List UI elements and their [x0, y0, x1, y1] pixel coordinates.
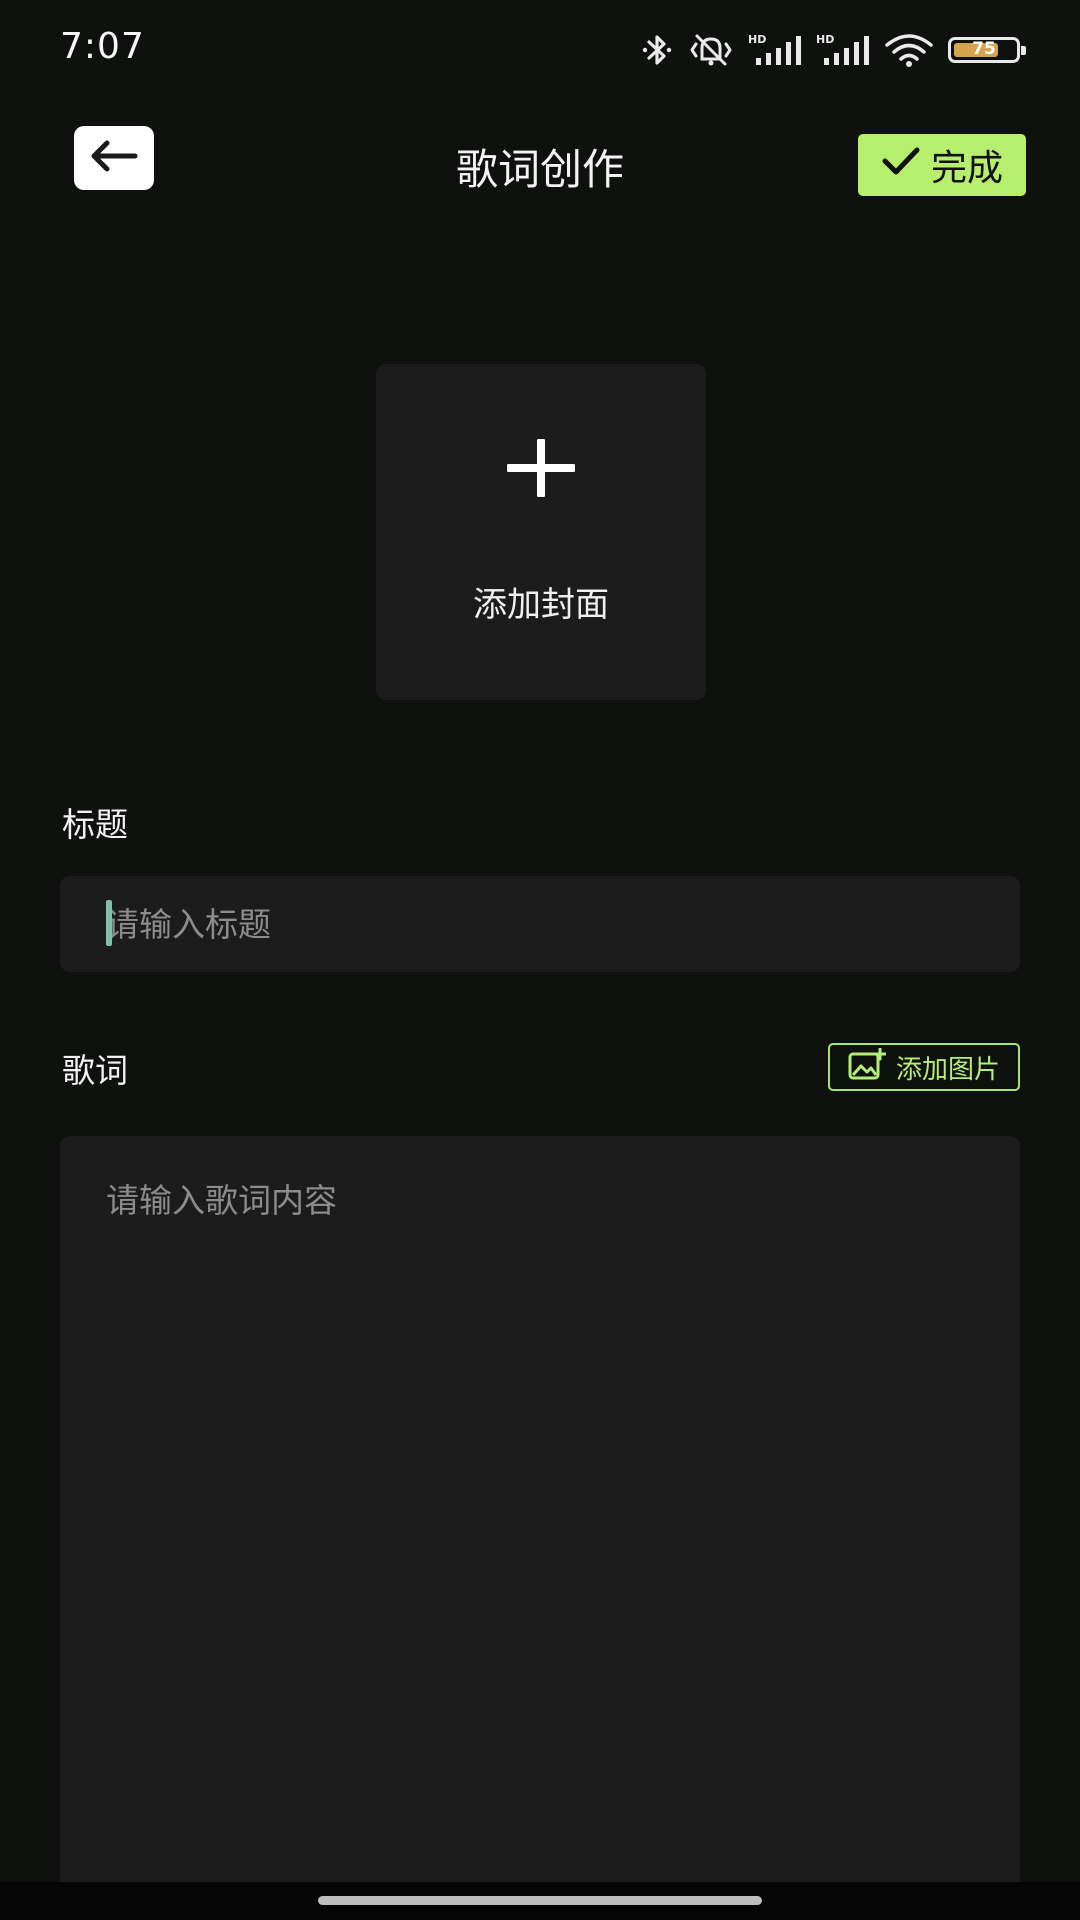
status-bar: 7:07 HD HD 75 [0, 0, 1080, 100]
title-section-label: 标题 [62, 805, 128, 844]
done-button-label: 完成 [930, 148, 1003, 189]
add-image-label: 添加图片 [895, 1054, 1000, 1085]
image-add-icon [848, 1047, 887, 1087]
title-input-container [60, 876, 1020, 972]
lyrics-input[interactable] [60, 1136, 1020, 1896]
lyrics-input-container [60, 1136, 1020, 1896]
status-time: 7:07 [60, 26, 145, 67]
wifi-icon [884, 32, 934, 68]
bluetooth-icon [640, 32, 674, 68]
add-image-button[interactable]: 添加图片 [828, 1043, 1020, 1091]
lyrics-section-label: 歌词 [62, 1051, 128, 1090]
battery-level: 75 [972, 39, 996, 59]
home-indicator[interactable] [318, 1896, 762, 1905]
svg-text:HD: HD [748, 33, 766, 46]
title-input[interactable] [60, 876, 1020, 972]
check-icon [881, 145, 921, 186]
lyrics-editor-screen: 7:07 HD HD 75 歌词创作 完成 添加封面 标题 请输入标题 歌词 添… [0, 0, 1080, 1920]
plus-icon [505, 437, 577, 501]
status-icons: HD HD 75 [640, 30, 1026, 70]
svg-text:HD: HD [816, 33, 834, 46]
battery-icon: 75 [948, 37, 1026, 63]
hd-signal-icon: HD [748, 32, 802, 68]
done-button[interactable]: 完成 [858, 134, 1026, 196]
text-caret [106, 900, 112, 946]
add-cover-label: 添加封面 [473, 585, 609, 625]
hd-signal-icon: HD [816, 32, 870, 68]
navigation-bar [0, 1882, 1080, 1920]
vibrate-off-icon [688, 32, 734, 68]
add-cover-button[interactable]: 添加封面 [376, 364, 706, 700]
